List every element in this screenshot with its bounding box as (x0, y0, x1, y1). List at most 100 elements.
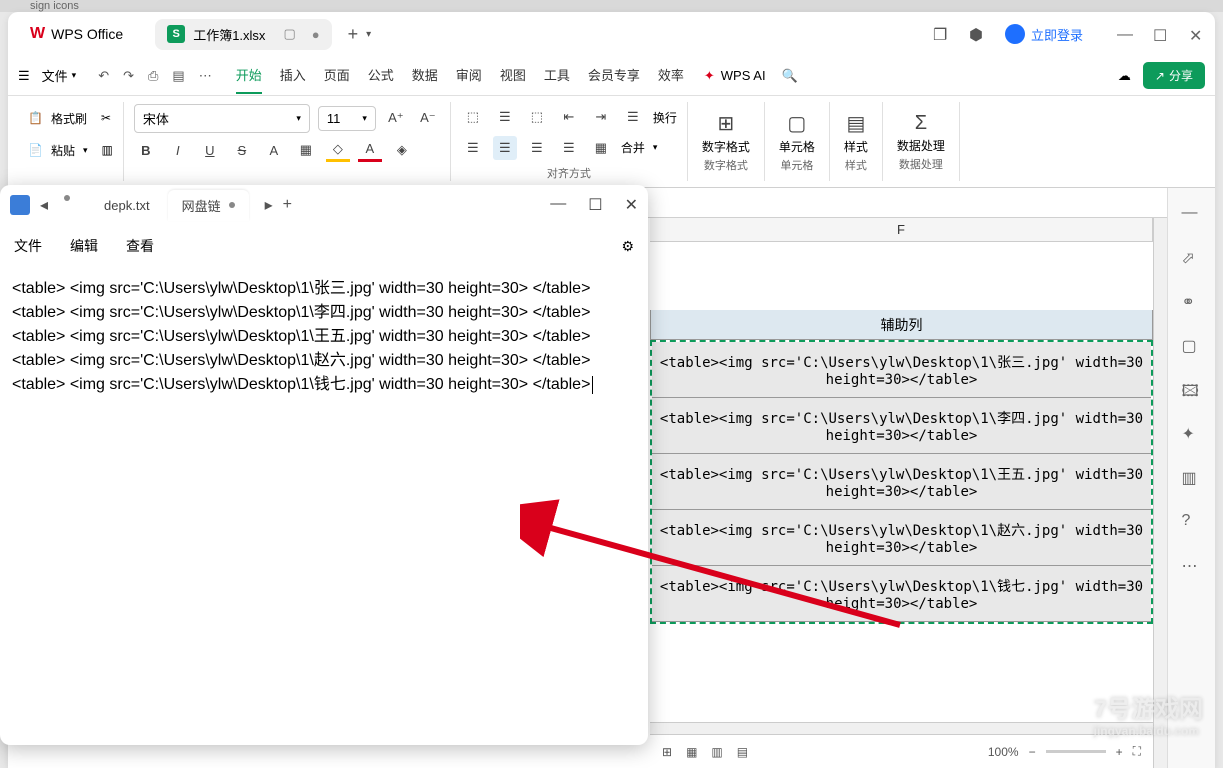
zoom-slider[interactable] (1046, 750, 1106, 753)
font-select[interactable]: 宋体 ▾ (134, 104, 310, 133)
add-tab-button[interactable]: + (348, 24, 359, 45)
fill-color-button[interactable]: ◇ (326, 138, 350, 162)
back-icon[interactable]: ↶ (98, 68, 109, 84)
align-middle-icon[interactable]: ☰ (493, 105, 517, 129)
wrap-label[interactable]: 换行 (653, 109, 677, 126)
tab-dot-icon[interactable]: ● (312, 27, 320, 42)
select-icon[interactable]: ⬀ (1182, 248, 1202, 268)
align-left-icon[interactable]: ☰ (461, 136, 485, 160)
document-tab[interactable]: S 工作簿1.xlsx ▢ ● (155, 19, 331, 50)
strike-button[interactable]: S (230, 138, 254, 162)
view-icon[interactable]: ⊞ (662, 745, 672, 759)
cell[interactable]: <table><img src='C:\Users\ylw\Desktop\1\… (652, 398, 1151, 454)
cloud-icon[interactable]: ☁ (1118, 68, 1131, 84)
indent-decrease-icon[interactable]: ⇤ (557, 105, 581, 129)
hamburger-icon[interactable]: ☰ (18, 68, 30, 84)
tab-efficiency[interactable]: 效率 (658, 57, 684, 94)
border-button[interactable]: ▦ (294, 138, 318, 162)
paste-label[interactable]: 粘贴 (51, 142, 75, 159)
zoom-in-icon[interactable]: + (1116, 745, 1123, 759)
merge-icon[interactable]: ▦ (589, 136, 613, 160)
horizontal-scrollbar[interactable] (650, 722, 1153, 734)
align-right-icon[interactable]: ☰ (525, 136, 549, 160)
notepad-tab-1[interactable]: depk.txt (90, 190, 164, 221)
tab-start[interactable]: 开始 (236, 57, 262, 94)
zoom-level[interactable]: 100% (988, 745, 1019, 759)
tab-formula[interactable]: 公式 (368, 57, 394, 94)
view-page-icon[interactable]: ▥ (711, 745, 722, 759)
view-layout-icon[interactable]: ▤ (737, 745, 748, 759)
copy-icon[interactable]: ❐ (933, 25, 951, 43)
cut-icon[interactable]: ✂ (101, 111, 111, 125)
tab-data[interactable]: 数据 (412, 57, 438, 94)
tab-window-icon[interactable]: ▢ (283, 26, 295, 42)
font-decrease-icon[interactable]: A⁻ (416, 106, 440, 130)
add-notepad-tab[interactable]: + (283, 196, 292, 214)
bold-button[interactable]: B (134, 138, 158, 162)
notepad-close[interactable]: ✕ (625, 195, 638, 215)
maximize-button[interactable]: ☐ (1153, 26, 1169, 42)
italic-button[interactable]: I (166, 138, 190, 162)
chevron-down-icon[interactable]: ▾ (83, 145, 88, 156)
vertical-scrollbar[interactable] (1153, 218, 1167, 768)
print-icon[interactable]: ⎙ (148, 68, 158, 84)
tab-insert[interactable]: 插入 (280, 57, 306, 94)
font-color-button[interactable]: A (358, 138, 382, 162)
cube-icon[interactable]: ⬢ (969, 25, 987, 43)
browser-tab[interactable]: sign icons (30, 0, 79, 12)
forward-icon[interactable]: ↷ (123, 68, 134, 84)
link-icon[interactable]: ⚭ (1182, 292, 1202, 312)
notepad-content[interactable]: <table> <img src='C:\Users\ylw\Desktop\1… (0, 267, 648, 745)
tab-view[interactable]: 视图 (500, 57, 526, 94)
align-top-icon[interactable]: ⬚ (461, 105, 485, 129)
zoom-out-icon[interactable]: − (1029, 745, 1036, 759)
font-increase-icon[interactable]: A⁺ (384, 106, 408, 130)
minimize-button[interactable]: — (1117, 26, 1133, 42)
typography-button[interactable]: A (262, 138, 286, 162)
close-button[interactable]: ✕ (1189, 26, 1205, 42)
align-bottom-icon[interactable]: ⬚ (525, 105, 549, 129)
tab-more-icon[interactable]: ▾ (366, 29, 371, 40)
tab-tools[interactable]: 工具 (544, 57, 570, 94)
bookmark-icon[interactable]: ▥ (1182, 468, 1202, 488)
help-icon[interactable]: ? (1182, 512, 1202, 532)
nav-back-icon[interactable]: ◂ (40, 195, 48, 215)
settings-icon[interactable]: ✦ (1182, 424, 1202, 444)
notepad-settings-icon[interactable]: ⚙ (621, 238, 634, 255)
share-button[interactable]: ↗ 分享 (1143, 62, 1205, 89)
chevron-down-icon[interactable]: ▾ (653, 142, 658, 153)
ribbon-number-format[interactable]: ⊞ 数字格式 数字格式 (688, 102, 765, 181)
clear-format-button[interactable]: ◈ (390, 138, 414, 162)
merge-label[interactable]: 合并 (621, 139, 645, 156)
selected-range[interactable]: <table><img src='C:\Users\ylw\Desktop\1\… (650, 340, 1153, 624)
indent-increase-icon[interactable]: ⇥ (589, 105, 613, 129)
image-icon[interactable]: 🖾 (1182, 380, 1202, 400)
notepad-minimize[interactable]: — (550, 195, 566, 215)
screenshot-icon[interactable]: ▢ (1182, 336, 1202, 356)
more-icon[interactable]: ⋯ (199, 68, 212, 84)
more-sidebar-icon[interactable]: ⋯ (1182, 556, 1202, 576)
paste-icon[interactable]: 📄 (28, 143, 43, 157)
underline-button[interactable]: U (198, 138, 222, 162)
tab-review[interactable]: 审阅 (456, 57, 482, 94)
view-normal-icon[interactable]: ▦ (686, 745, 697, 759)
preview-icon[interactable]: ▤ (172, 68, 184, 84)
justify-icon[interactable]: ☰ (557, 136, 581, 160)
wrap-icon[interactable]: ☰ (621, 105, 645, 129)
file-menu[interactable]: 文件 ▾ (42, 66, 77, 85)
notepad-edit-menu[interactable]: 编辑 (70, 236, 98, 256)
font-size-select[interactable]: 11 ▾ (318, 106, 376, 131)
ribbon-cell[interactable]: ▢ 单元格 单元格 (765, 102, 830, 181)
ribbon-style[interactable]: ▤ 样式 样式 (830, 102, 883, 181)
clipboard-icon[interactable]: ▥ (102, 143, 113, 157)
notepad-maximize[interactable]: ☐ (588, 195, 602, 215)
search-icon[interactable]: 🔍 (782, 68, 798, 84)
login-button[interactable]: 立即登录 (1005, 24, 1083, 44)
tab-member[interactable]: 会员专享 (588, 57, 640, 94)
cell[interactable]: <table><img src='C:\Users\ylw\Desktop\1\… (652, 342, 1151, 398)
cell[interactable]: <table><img src='C:\Users\ylw\Desktop\1\… (652, 454, 1151, 510)
collapse-icon[interactable]: — (1182, 204, 1202, 224)
ribbon-data-proc[interactable]: Σ 数据处理 数据处理 (883, 102, 960, 181)
notepad-tab-2[interactable]: 网盘链 (168, 190, 249, 221)
format-brush-label[interactable]: 格式刷 (51, 110, 87, 127)
